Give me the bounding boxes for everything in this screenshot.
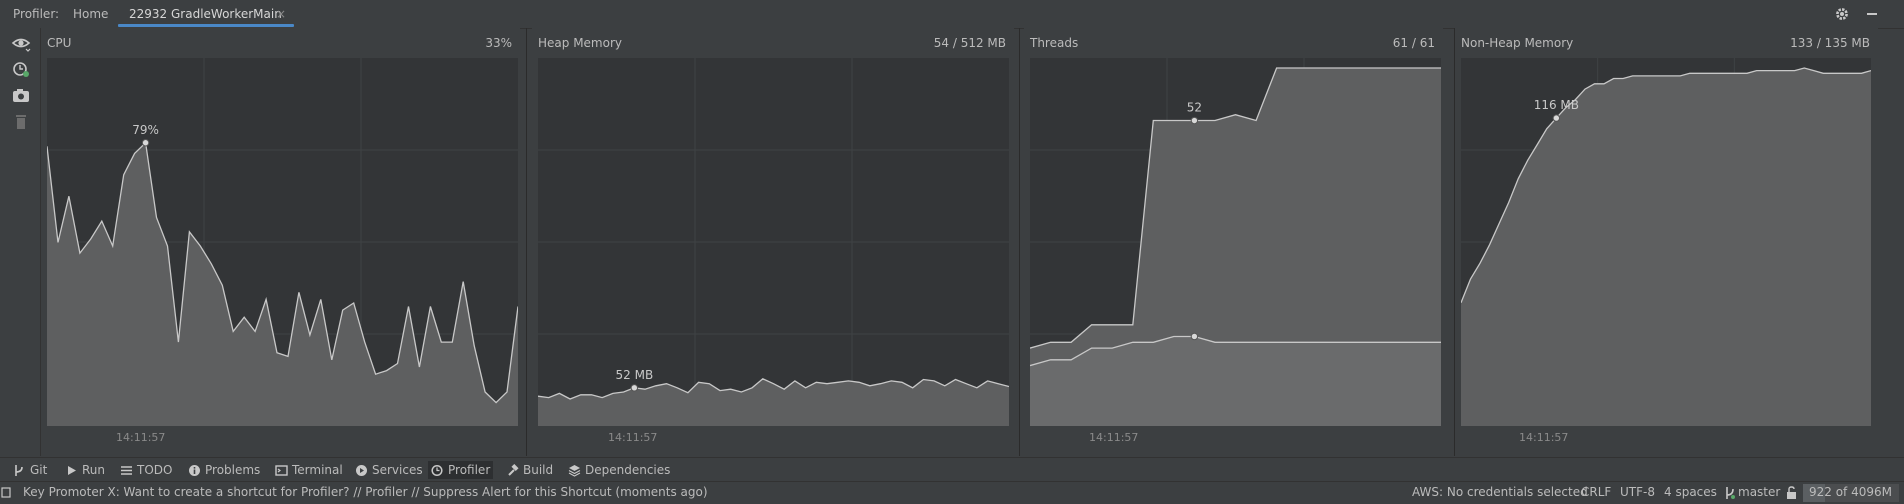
unlock-icon[interactable]	[1786, 486, 1798, 500]
monitor-value: 133 / 135 MB	[1790, 36, 1870, 50]
tool-window-label: Profiler	[448, 463, 491, 477]
run-icon	[68, 465, 76, 475]
monitor-title: CPU	[47, 36, 72, 50]
terminal-icon	[275, 464, 288, 476]
tooltip-marker	[1190, 332, 1199, 341]
monitor-title: Threads	[1030, 36, 1079, 50]
value-annotation: 52 MB	[616, 368, 654, 382]
profiler-side-toolbar	[0, 28, 41, 456]
stack-icon	[568, 464, 581, 477]
tool-window-label: Run	[82, 463, 106, 477]
tool-window-label: Git	[30, 463, 48, 477]
git-branch[interactable]: master	[1738, 485, 1780, 499]
monitor-title: Non-Heap Memory	[1461, 36, 1574, 50]
tool-window-run[interactable]: Run	[62, 461, 108, 479]
tooltip-marker	[1190, 116, 1199, 125]
series-area	[1030, 336, 1441, 426]
info-icon	[189, 464, 200, 476]
value-annotation: 52	[1187, 101, 1202, 115]
value-annotation: 116 MB	[1534, 98, 1579, 112]
event-log-icon[interactable]	[1, 487, 11, 499]
tool-window-bar: Git Run TODO Problems Terminal Services …	[0, 457, 1904, 482]
heap-memory-chart[interactable]: 52 MB	[538, 58, 1009, 426]
tool-window-label: Problems	[205, 463, 261, 477]
tooltip-marker	[630, 384, 639, 392]
non-heap-memory-monitor[interactable]: Non-Heap Memory 133 / 135 MB 116 MB 14:1…	[1455, 28, 1878, 456]
value-annotation: 79%	[132, 123, 159, 137]
cpu-chart[interactable]: 79%	[47, 58, 518, 426]
tool-window-label: Terminal	[292, 463, 343, 477]
threads-monitor[interactable]: Threads 61 / 61 52 14:11:57	[1024, 28, 1443, 456]
minimize-icon[interactable]	[1864, 6, 1880, 22]
status-bar: Key Promoter X: Want to create a shortcu…	[0, 481, 1904, 504]
time-label: 14:11:57	[1519, 431, 1569, 444]
file-encoding[interactable]: UTF-8	[1620, 485, 1655, 499]
tool-window-label: Dependencies	[585, 463, 671, 477]
profiler-icon	[431, 464, 443, 476]
tool-window-label: Build	[523, 463, 554, 477]
tool-window-todo[interactable]: TODO	[117, 461, 175, 479]
monitor-title: Heap Memory	[538, 36, 622, 50]
tool-window-git[interactable]: Git	[10, 461, 50, 479]
heap-memory-monitor[interactable]: Heap Memory 54 / 512 MB 52 MB 14:11:57	[532, 28, 1014, 456]
tab-home[interactable]: Home	[73, 7, 108, 21]
record-icon[interactable]	[10, 60, 32, 80]
cpu-monitor[interactable]: CPU 33% 79% 14:11:57	[41, 28, 520, 456]
memory-indicator[interactable]: 922 of 4096M	[1803, 484, 1899, 502]
time-label: 14:11:57	[1089, 431, 1139, 444]
status-message[interactable]: Key Promoter X: Want to create a shortcu…	[23, 485, 708, 499]
monitor-value: 54 / 512 MB	[933, 36, 1006, 50]
git-branch-icon	[1726, 487, 1735, 499]
monitor-value: 33%	[485, 36, 512, 50]
list-icon	[121, 465, 132, 475]
time-label: 14:11:57	[608, 431, 658, 444]
tool-window-label: TODO	[137, 463, 173, 477]
monitor-value: 61 / 61	[1392, 36, 1435, 50]
play-circle-icon	[356, 464, 367, 476]
tool-window-services[interactable]: Services	[352, 461, 426, 479]
tooltip-marker	[1552, 114, 1561, 122]
panel-divider	[526, 28, 527, 456]
trash-icon[interactable]	[10, 112, 32, 132]
tool-window-terminal[interactable]: Terminal	[272, 461, 346, 479]
tool-window-profiler[interactable]: Profiler	[428, 461, 494, 479]
aws-status[interactable]: AWS: No credentials selected	[1412, 485, 1588, 499]
non-heap-memory-chart[interactable]: 116 MB	[1461, 58, 1871, 426]
memory-text: 922 of 4096M	[1809, 485, 1892, 499]
tab-session[interactable]: 22932 GradleWorkerMain	[129, 7, 282, 21]
profiler-label: Profiler:	[13, 7, 60, 21]
threads-chart[interactable]: 52	[1030, 58, 1441, 426]
tooltip-marker	[141, 139, 150, 147]
tool-window-label: Services	[372, 463, 423, 477]
gear-icon[interactable]	[1834, 6, 1850, 22]
tool-window-build[interactable]: Build	[503, 461, 556, 479]
tool-window-dependencies[interactable]: Dependencies	[565, 461, 673, 479]
hammer-icon	[508, 463, 519, 476]
close-tab-icon[interactable]: ×	[276, 7, 286, 21]
panel-divider	[1019, 28, 1020, 456]
eye-icon[interactable]	[10, 34, 32, 54]
tool-window-problems[interactable]: Problems	[185, 461, 263, 479]
active-tab-indicator	[118, 24, 294, 27]
git-branch-icon	[15, 464, 23, 476]
indent-setting[interactable]: 4 spaces	[1664, 485, 1717, 499]
time-label: 14:11:57	[116, 431, 166, 444]
camera-icon[interactable]	[10, 86, 32, 106]
profiler-header: Profiler: Home 22932 GradleWorkerMain ×	[0, 0, 1904, 29]
line-separator[interactable]: CRLF	[1581, 485, 1611, 499]
